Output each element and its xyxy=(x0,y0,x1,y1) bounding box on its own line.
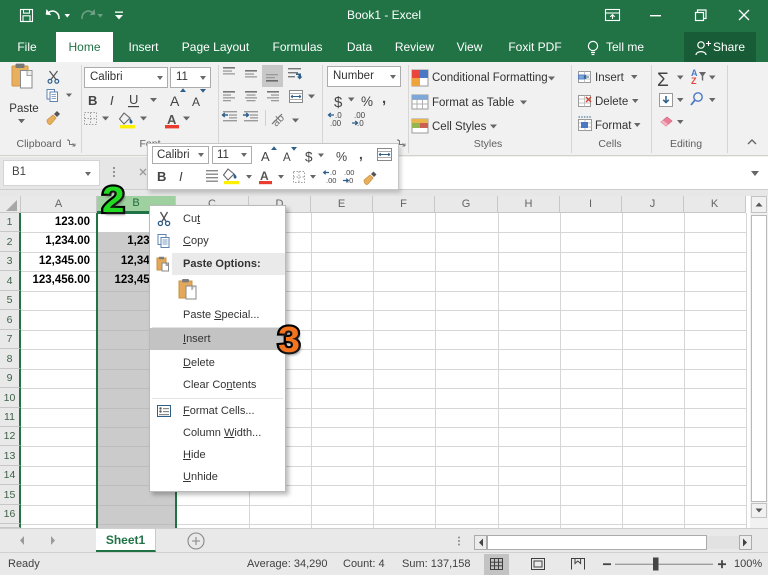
svg-text:,: , xyxy=(382,90,386,107)
svg-text:ab: ab xyxy=(270,112,287,129)
svg-text:I: I xyxy=(110,93,114,108)
svg-text:Z: Z xyxy=(691,76,697,86)
svg-text:Σ: Σ xyxy=(657,70,669,91)
svg-text:A: A xyxy=(192,95,200,109)
svg-text:.00: .00 xyxy=(330,119,342,128)
svg-text:A: A xyxy=(283,152,291,164)
svg-text:B: B xyxy=(88,93,97,108)
svg-text:U: U xyxy=(129,92,138,107)
svg-text:I: I xyxy=(179,169,183,184)
svg-text:.00: .00 xyxy=(326,176,336,185)
svg-text:$: $ xyxy=(305,150,313,165)
svg-text:%: % xyxy=(361,94,373,109)
svg-text:A: A xyxy=(170,93,180,109)
svg-text:,: , xyxy=(359,147,363,162)
svg-text:$: $ xyxy=(334,94,343,111)
svg-text:%: % xyxy=(336,150,347,164)
svg-text:.0: .0 xyxy=(357,119,364,128)
svg-text:A: A xyxy=(167,112,177,127)
svg-text:B: B xyxy=(157,169,166,184)
svg-text:A: A xyxy=(261,149,270,164)
svg-text:A: A xyxy=(260,169,269,183)
